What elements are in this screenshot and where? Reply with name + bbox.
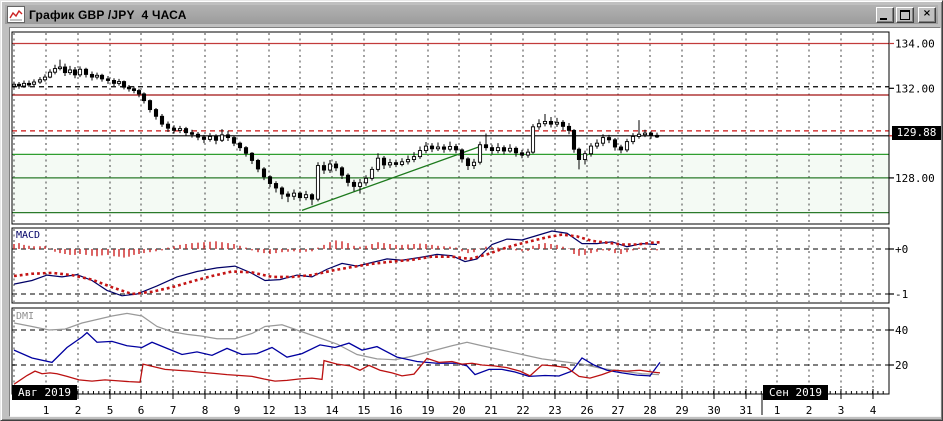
macd-panel-label: MACD bbox=[16, 230, 40, 241]
macd-histogram bbox=[14, 240, 657, 257]
close-button[interactable]: × bbox=[918, 7, 936, 23]
date-label: 1 bbox=[774, 404, 781, 416]
macd-axis-label: +0 bbox=[895, 243, 908, 256]
date-label: 9 bbox=[234, 404, 241, 416]
price-axis-label: 134.00 bbox=[895, 38, 935, 51]
plus-di-line bbox=[14, 333, 660, 377]
date-label: 2 bbox=[806, 404, 813, 416]
price-axis-label: 132.00 bbox=[895, 82, 935, 95]
date-label: 13 bbox=[293, 404, 306, 416]
gridlines bbox=[14, 309, 873, 393]
chart-app-icon[interactable] bbox=[7, 6, 25, 23]
date-label: 19 bbox=[421, 404, 434, 416]
date-axis: 1256789121314151619202122232627282930311… bbox=[14, 389, 883, 416]
date-label: 3 bbox=[838, 404, 845, 416]
date-label: 22 bbox=[516, 404, 529, 416]
date-label: 31 bbox=[739, 404, 752, 416]
date-label: 4 bbox=[870, 404, 877, 416]
dmi-axis-label: 20 bbox=[895, 359, 908, 372]
date-label: 23 bbox=[548, 404, 561, 416]
date-label: 6 bbox=[138, 404, 145, 416]
current-price-badge: 129.88 bbox=[892, 126, 941, 140]
date-label: 20 bbox=[452, 404, 465, 416]
date-label: 30 bbox=[707, 404, 720, 416]
window-title: График GBP /JPY 4 ЧАСА bbox=[29, 8, 187, 22]
window-controls: × bbox=[876, 7, 936, 23]
support-zone bbox=[12, 154, 889, 212]
dmi-panel-label: DMI bbox=[16, 311, 34, 322]
dmi-axis-label: 40 bbox=[895, 324, 908, 337]
month-badge-september: Сен 2019 bbox=[763, 385, 828, 400]
minimize-button[interactable] bbox=[876, 7, 894, 23]
minimize-icon bbox=[880, 18, 887, 20]
maximize-icon bbox=[900, 10, 910, 20]
date-label: 2 bbox=[75, 404, 82, 416]
chart-window: График GBP /JPY 4 ЧАСА × 125678912131415… bbox=[0, 0, 943, 421]
date-label: 7 bbox=[170, 404, 177, 416]
date-label: 28 bbox=[643, 404, 656, 416]
date-label: 5 bbox=[107, 404, 114, 416]
title-bar[interactable]: График GBP /JPY 4 ЧАСА × bbox=[5, 5, 938, 24]
maximize-button[interactable] bbox=[896, 7, 914, 23]
date-label: 8 bbox=[202, 404, 209, 416]
value-axis: 134.00 132.00 128.00 +0 -1 40 20 bbox=[889, 38, 935, 373]
month-badge-august: Авг 2019 bbox=[12, 385, 77, 400]
macd-axis-label: -1 bbox=[895, 288, 908, 301]
macd-signal-line bbox=[14, 235, 662, 294]
price-axis-label: 128.00 bbox=[895, 172, 935, 185]
date-label: 26 bbox=[580, 404, 593, 416]
date-label: 1 bbox=[43, 404, 50, 416]
chart-icon bbox=[9, 9, 23, 21]
date-label: 16 bbox=[389, 404, 402, 416]
date-label: 14 bbox=[325, 404, 339, 416]
date-label: 21 bbox=[484, 404, 497, 416]
date-label: 27 bbox=[611, 404, 624, 416]
dmi-chart-panel bbox=[12, 308, 889, 394]
chart-client-area: 1256789121314151619202122232627282930311… bbox=[9, 27, 941, 417]
date-label: 15 bbox=[357, 404, 370, 416]
chart-canvas[interactable]: 1256789121314151619202122232627282930311… bbox=[10, 28, 940, 416]
date-label: 29 bbox=[675, 404, 688, 416]
date-label: 12 bbox=[262, 404, 275, 416]
